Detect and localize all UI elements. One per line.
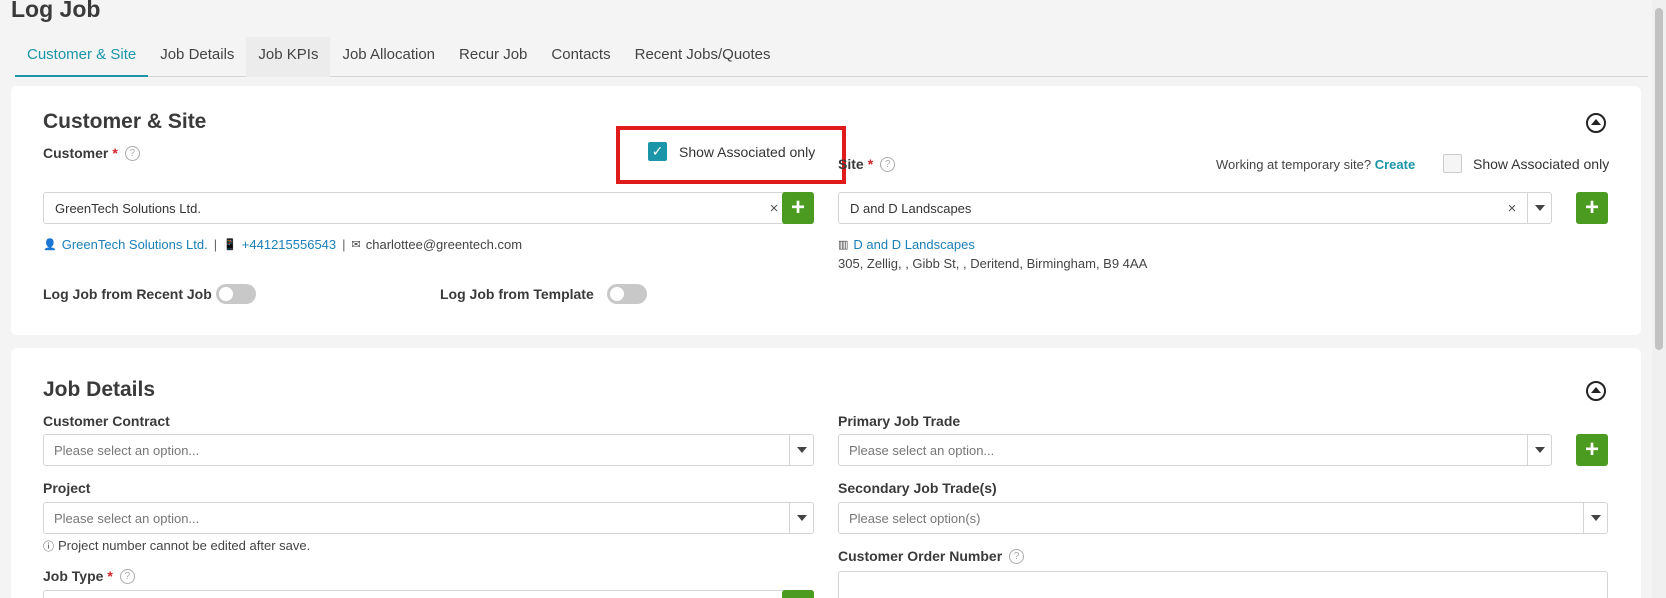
- person-icon: 👤: [43, 239, 57, 251]
- page-title: Log Job: [11, 0, 101, 22]
- primary-trade-chevron-down-icon[interactable]: [1527, 435, 1551, 465]
- log-from-template-label: Log Job from Template: [440, 286, 594, 302]
- create-temp-site-link[interactable]: Create: [1375, 157, 1415, 172]
- customer-name-link[interactable]: GreenTech Solutions Ltd.: [62, 237, 208, 252]
- add-site-button[interactable]: +: [1576, 192, 1608, 224]
- secondary-trade-select[interactable]: Please select option(s): [838, 502, 1608, 534]
- job-type-select[interactable]: [43, 590, 814, 598]
- site-help-icon[interactable]: ?: [880, 157, 896, 172]
- project-placeholder: Please select an option...: [54, 510, 200, 526]
- site-clear-icon[interactable]: ×: [1497, 200, 1527, 217]
- tab-job-allocation[interactable]: Job Allocation: [330, 37, 447, 77]
- tab-job-details[interactable]: Job Details: [148, 37, 246, 77]
- tab-job-kpis[interactable]: Job KPIs: [246, 37, 331, 77]
- primary-trade-label: Primary Job Trade: [838, 413, 961, 429]
- job-details-card: [11, 348, 1641, 598]
- project-note: ⓘ Project number cannot be edited after s…: [43, 538, 311, 553]
- log-from-recent-label: Log Job from Recent Job: [43, 286, 212, 302]
- order-number-help-icon[interactable]: ?: [1009, 549, 1025, 564]
- mobile-phone-icon: 📱: [223, 239, 237, 251]
- tab-recur-job[interactable]: Recur Job: [447, 37, 539, 77]
- info-icon: ⓘ: [43, 541, 54, 553]
- separator: |: [213, 237, 218, 252]
- primary-trade-placeholder: Please select an option...: [849, 442, 995, 458]
- secondary-trade-chevron-down-icon[interactable]: [1583, 503, 1607, 533]
- customer-phone-link[interactable]: +441215556543: [242, 237, 336, 252]
- required-mark: *: [112, 145, 118, 161]
- secondary-trade-placeholder: Please select option(s): [849, 510, 981, 526]
- temporary-site-prompt: Working at temporary site? Create: [1216, 157, 1416, 172]
- add-primary-trade-button[interactable]: +: [1576, 434, 1608, 466]
- required-mark: *: [867, 156, 874, 172]
- customer-show-associated-label: Show Associated only: [679, 144, 816, 160]
- customer-label: Customer *?: [43, 145, 140, 161]
- customer-help-icon[interactable]: ?: [124, 146, 140, 161]
- site-select-value: D and D Landscapes: [850, 200, 972, 216]
- primary-trade-select[interactable]: Please select an option...: [838, 434, 1552, 466]
- envelope-icon: ✉: [351, 239, 361, 251]
- scrollbar-thumb[interactable]: [1655, 8, 1663, 350]
- job-type-label: Job Type *?: [43, 568, 135, 584]
- customer-show-associated-checkbox[interactable]: ✓: [648, 142, 667, 161]
- site-show-associated-label: Show Associated only: [1473, 156, 1610, 172]
- add-job-type-button[interactable]: [782, 590, 814, 598]
- project-label: Project: [43, 480, 91, 496]
- job-details-title: Job Details: [43, 378, 156, 401]
- log-from-template-toggle[interactable]: [607, 284, 647, 304]
- site-name-link[interactable]: D and D Landscapes: [853, 237, 974, 252]
- building-icon: ▥: [838, 239, 849, 251]
- separator: |: [342, 237, 346, 252]
- job-type-help-icon[interactable]: ?: [119, 569, 135, 584]
- customer-info: 👤 GreenTech Solutions Ltd. | 📱 +44121555…: [43, 237, 522, 252]
- customer-contract-chevron-down-icon[interactable]: [789, 435, 813, 465]
- required-mark: *: [107, 568, 113, 584]
- tab-bar: Customer & Site Job Details Job KPIs Job…: [15, 37, 1648, 77]
- customer-contract-label: Customer Contract: [43, 413, 170, 429]
- log-from-recent-toggle[interactable]: [216, 284, 256, 304]
- page-scrollbar[interactable]: [1652, 0, 1666, 598]
- customer-email: charlottee@greentech.com: [365, 237, 523, 252]
- site-info: ▥ D and D Landscapes: [838, 237, 975, 252]
- order-number-label: Customer Order Number?: [838, 548, 1025, 564]
- order-number-input[interactable]: [838, 571, 1608, 598]
- collapse-customer-site-icon[interactable]: [1586, 113, 1606, 133]
- customer-select-value: GreenTech Solutions Ltd.: [55, 200, 201, 216]
- site-label: Site *?: [838, 156, 896, 172]
- add-customer-button[interactable]: +: [782, 192, 814, 224]
- customer-contract-placeholder: Please select an option...: [54, 442, 200, 458]
- collapse-job-details-icon[interactable]: [1586, 381, 1606, 401]
- site-select[interactable]: D and D Landscapes ×: [838, 192, 1552, 224]
- site-chevron-down-icon[interactable]: [1527, 193, 1551, 223]
- project-select[interactable]: Please select an option...: [43, 502, 814, 534]
- tab-customer-site[interactable]: Customer & Site: [15, 37, 149, 77]
- customer-select[interactable]: GreenTech Solutions Ltd. ×: [43, 192, 814, 224]
- site-show-associated-checkbox[interactable]: [1443, 154, 1462, 173]
- tab-recent-jobs-quotes[interactable]: Recent Jobs/Quotes: [623, 37, 783, 77]
- secondary-trade-label: Secondary Job Trade(s): [838, 480, 997, 496]
- customer-contract-select[interactable]: Please select an option...: [43, 434, 814, 466]
- customer-site-title: Customer & Site: [43, 110, 207, 133]
- tab-contacts[interactable]: Contacts: [539, 37, 622, 77]
- site-address: 305, Zellig, , Gibb St, , Deritend, Birm…: [838, 256, 1148, 271]
- project-chevron-down-icon[interactable]: [789, 503, 813, 533]
